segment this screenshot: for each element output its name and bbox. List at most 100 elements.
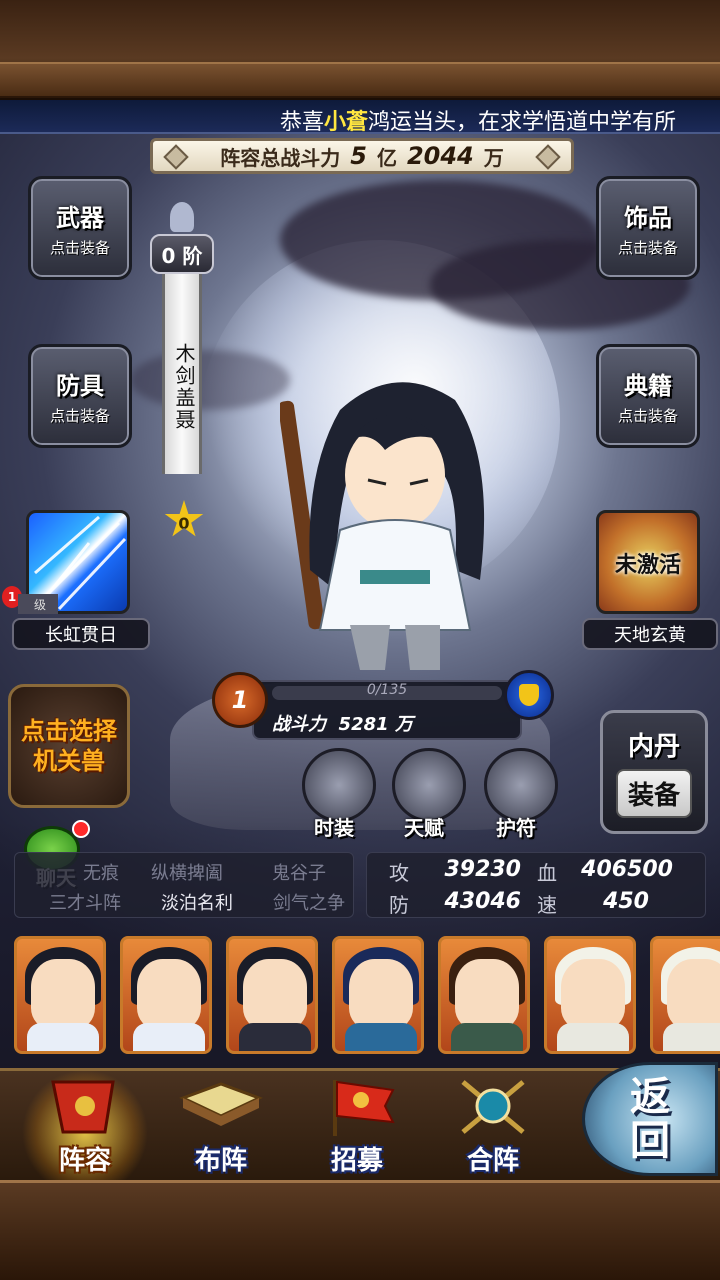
tab-combine[interactable]: 合阵 (428, 1071, 558, 1183)
book-slot[interactable]: 典籍 点击装备 (596, 344, 700, 448)
fate-row: 无痕 纵横捭阖 鬼谷子 (71, 859, 355, 885)
total-power-yi: 5 (350, 142, 367, 170)
flag-icon (333, 1080, 395, 1136)
banner-icon (51, 1080, 115, 1134)
announcement-marquee: 恭喜小蒼鸿运当头，在求学悟道中学有所 (0, 100, 720, 134)
neidan-panel[interactable]: 内丹 装备 (600, 710, 708, 834)
shield-glyph (519, 684, 539, 706)
skill-label-left: 长虹贯日 (12, 618, 150, 650)
armor-slot-hint: 点击装备 (49, 407, 110, 425)
defense-value: 43046 (444, 889, 521, 914)
accessory-slot-title: 饰品 (624, 204, 672, 232)
exp-text: 0/135 (366, 682, 408, 698)
tab-formation[interactable]: 布阵 (156, 1071, 286, 1183)
marquee-prefix: 恭喜 (280, 110, 325, 134)
fate-item: 三才斗阵 (49, 893, 121, 914)
hero-roster[interactable] (0, 936, 720, 1060)
hero-power-value: 5281 (338, 714, 389, 735)
rank-stage: 0 阶 (150, 234, 214, 274)
weapon-slot-title: 武器 (56, 204, 104, 232)
marquee-suffix: 鸿运当头，在求学悟道中学有所 (368, 110, 677, 134)
hero-power-label: 战斗力 (272, 714, 326, 735)
notification-dot (72, 820, 90, 838)
charm-button[interactable] (484, 748, 558, 822)
fate-item: 无痕 (83, 863, 119, 884)
marquee-player-name: 小蒼 (324, 110, 369, 134)
fate-item: 纵横捭阖 (151, 863, 223, 884)
tab-lineup[interactable]: 阵容 (20, 1071, 150, 1183)
hero-card[interactable] (14, 936, 106, 1054)
weapon-slot[interactable]: 武器 点击装备 (28, 176, 132, 280)
hero-card[interactable] (650, 936, 720, 1054)
charm-label: 护符 (496, 816, 536, 840)
skill-state-inactive: 未激活 (614, 553, 681, 578)
skill-level-tag: 级 (18, 594, 58, 614)
tab-recruit[interactable]: 招募 (292, 1071, 422, 1183)
book-slot-title: 典籍 (624, 372, 672, 400)
star-count: 0 (178, 513, 190, 533)
hp-label: 血 (537, 861, 557, 885)
neidan-equip-button[interactable]: 装备 (615, 769, 692, 818)
crown-icon (170, 202, 194, 232)
top-rail (0, 62, 720, 98)
star-icon: 0 (164, 500, 204, 537)
fate-row: 三才斗阵 淡泊名利 剑气之争 (29, 889, 365, 915)
total-power-wan-unit: 万 (483, 145, 504, 170)
hp-value: 406500 (581, 857, 673, 882)
hero-power: 战斗力 5281 万 (272, 710, 413, 736)
fate-item: 鬼谷子 (272, 863, 326, 884)
armor-slot-title: 防具 (56, 372, 104, 400)
attribute-panel: 攻 39230 血 406500 防 43046 速 450 (366, 852, 706, 918)
total-power-yi-unit: 亿 (376, 145, 397, 170)
skill-label-right: 天地玄黄 (582, 618, 718, 650)
shield-icon[interactable] (504, 670, 554, 720)
costume-button[interactable] (302, 748, 376, 822)
attack-value: 39230 (444, 857, 521, 882)
accessory-slot[interactable]: 饰品 点击装备 (596, 176, 700, 280)
top-frame (0, 0, 720, 100)
total-power-bar: 阵容总战斗力 5 亿 2044 万 (150, 138, 574, 174)
hero-power-unit: 万 (394, 714, 413, 735)
crossed-swords-icon (461, 1080, 525, 1134)
armor-slot[interactable]: 防具 点击装备 (28, 344, 132, 448)
hero-card[interactable] (226, 936, 318, 1054)
back-button[interactable]: 返回 (582, 1062, 718, 1176)
hero-level: 1 (212, 672, 268, 728)
hero-name: 木剑盖聂 (162, 274, 202, 474)
total-power-wan: 2044 (406, 142, 474, 170)
fate-panel[interactable]: 无痕 纵横捭阖 鬼谷子 三才斗阵 淡泊名利 剑气之争 (14, 852, 354, 918)
skill-icon-tiandi[interactable]: 未激活 (596, 510, 700, 614)
tab-formation-label: 布阵 (194, 1146, 247, 1176)
hero-card[interactable] (332, 936, 424, 1054)
board-icon (179, 1082, 263, 1126)
fate-item: 剑气之争 (273, 893, 345, 914)
costume-label: 时装 (314, 816, 354, 840)
rank-scroll[interactable]: 0 阶 木剑盖聂 0 (150, 200, 214, 540)
gem-icon (535, 144, 561, 170)
bottom-frame (0, 1180, 720, 1280)
talent-button[interactable] (392, 748, 466, 822)
tab-lineup-label: 阵容 (58, 1146, 111, 1176)
hero-character[interactable] (280, 370, 510, 680)
mech-beast-label: 点击选择机关兽 (21, 717, 117, 775)
hero-stats: 0/135 战斗力 5281 万 1 (212, 670, 554, 742)
hero-card[interactable] (438, 936, 530, 1054)
back-label: 返回 (630, 1074, 670, 1164)
book-slot-hint: 点击装备 (617, 407, 678, 425)
neidan-title: 内丹 (627, 732, 680, 762)
defense-label: 防 (389, 893, 409, 917)
talent-label: 天赋 (404, 816, 444, 840)
tab-recruit-label: 招募 (330, 1146, 383, 1176)
mech-beast-button[interactable]: 点击选择机关兽 (8, 684, 130, 808)
accessory-slot-hint: 点击装备 (617, 239, 678, 257)
hero-card[interactable] (544, 936, 636, 1054)
speed-value: 450 (603, 889, 649, 914)
attack-label: 攻 (389, 861, 409, 885)
total-power-label: 阵容总战斗力 (220, 145, 341, 170)
hero-card[interactable] (120, 936, 212, 1054)
fate-item: 淡泊名利 (161, 893, 233, 914)
tab-combine-label: 合阵 (466, 1146, 519, 1176)
marquee-text: 恭喜小蒼鸿运当头，在求学悟道中学有所 (280, 104, 677, 134)
gem-icon (163, 144, 189, 170)
weapon-slot-hint: 点击装备 (49, 239, 110, 257)
